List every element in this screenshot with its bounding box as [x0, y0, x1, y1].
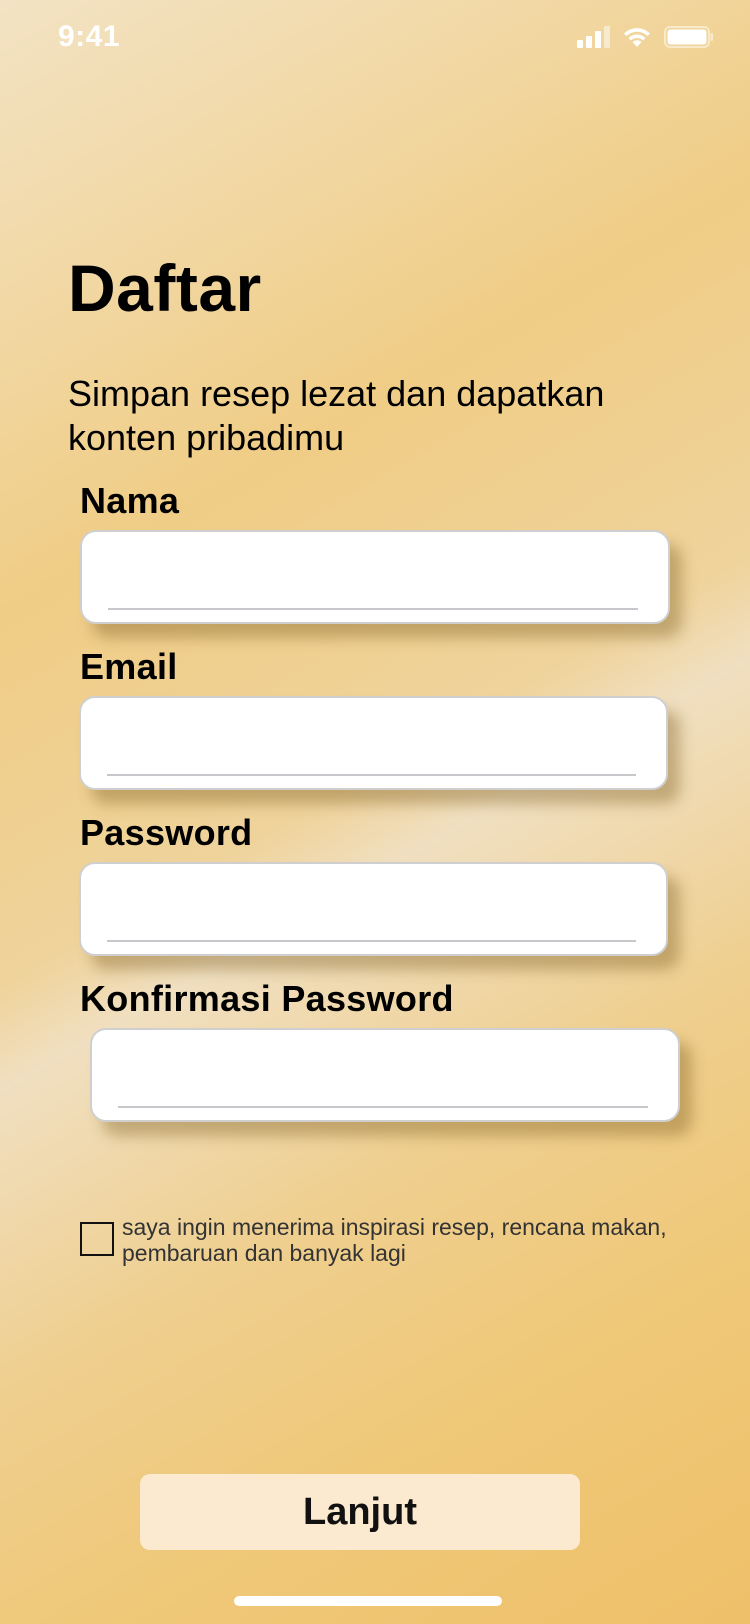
name-label: Nama — [80, 480, 180, 521]
newsletter-label: saya ingin menerima inspirasi resep, ren… — [122, 1214, 667, 1266]
confirm-password-field-container — [90, 1028, 680, 1122]
password-field-container — [79, 862, 668, 956]
home-indicator — [234, 1596, 502, 1606]
battery-icon — [664, 26, 714, 48]
name-field-container — [80, 530, 670, 624]
wifi-icon — [622, 26, 652, 48]
email-label: Email — [80, 646, 178, 687]
password-label: Password — [80, 812, 253, 853]
password-input[interactable] — [107, 882, 636, 942]
confirm-password-input[interactable] — [118, 1048, 648, 1108]
status-bar: 9:41 — [0, 0, 750, 80]
newsletter-checkbox[interactable] — [80, 1222, 114, 1256]
email-input[interactable] — [107, 716, 636, 776]
signal-icon — [577, 26, 610, 48]
name-input[interactable] — [108, 550, 638, 610]
email-field-container — [79, 696, 668, 790]
status-time: 9:41 — [58, 20, 121, 53]
page-title: Daftar — [68, 251, 262, 325]
confirm-password-label: Konfirmasi Password — [80, 978, 454, 1019]
status-icons — [577, 26, 714, 48]
page-subtitle: Simpan resep lezat dan dapatkan konten p… — [68, 373, 605, 458]
next-button[interactable]: Lanjut — [140, 1474, 580, 1550]
